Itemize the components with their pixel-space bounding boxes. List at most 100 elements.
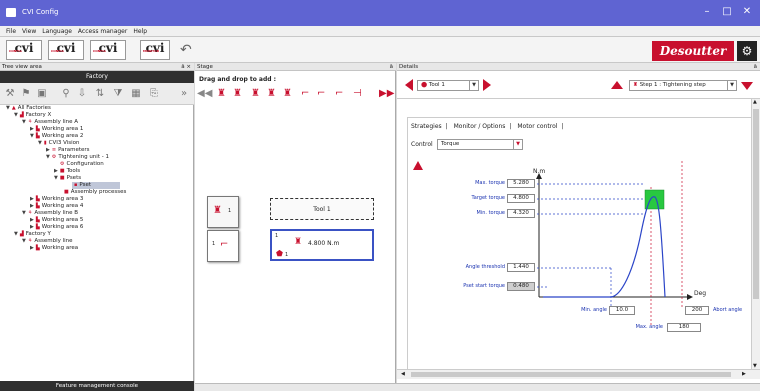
details-panel: Details ā ⬤ Tool 1 ▼ ♜ Step 1 : Tightening… — [397, 63, 760, 391]
palette-run-down-icon[interactable]: ♜ — [267, 87, 276, 101]
menu-help[interactable]: Help — [133, 26, 147, 37]
import-icon[interactable]: ⇩ — [76, 88, 88, 100]
tree-node-tools[interactable]: ▶ ■ Tools — [54, 168, 80, 175]
status-bar — [195, 383, 760, 391]
angle-threshold-label: Angle threshold — [465, 264, 505, 270]
tree-node-assembly-line-b[interactable]: ▼ ⚘ Assembly line B — [22, 210, 78, 217]
tree-node-factory-x[interactable]: ▼ ▟ Factory X — [14, 112, 51, 119]
palette-tightening-icon[interactable]: ♜ — [217, 87, 226, 101]
add-factory-icon[interactable]: ⚒ — [4, 88, 16, 100]
palette-pulse-icon[interactable]: ⌐ — [335, 87, 343, 101]
step-type-block[interactable]: 1 ⌐ — [207, 230, 239, 262]
tree-node-configuration[interactable]: ⚙ Configuration — [58, 161, 104, 168]
scroll-left-icon[interactable]: ◀ — [401, 371, 405, 377]
palette-step-icon[interactable]: ♜ — [251, 87, 260, 101]
menu-file[interactable]: File — [6, 26, 16, 37]
tree-node-assembly-line-a[interactable]: ▼ ⚘ Assembly line A — [22, 119, 78, 126]
export-icon[interactable]: ⎘ — [148, 88, 160, 100]
tool-slot[interactable]: Tool 1 — [270, 198, 374, 220]
minimize-button[interactable]: – — [700, 6, 714, 17]
tool-type-block[interactable]: ♜ 1 — [207, 196, 239, 228]
max-torque-label: Max. torque — [475, 180, 505, 186]
undo-icon[interactable]: ↶ — [180, 42, 200, 58]
tree-node-psets[interactable]: ▼ ■ Psets — [54, 175, 81, 182]
abort-angle-label: Abort angle — [713, 307, 743, 313]
scroll-up-icon[interactable]: ▲ — [753, 99, 757, 105]
max-torque-field[interactable]: 5.280 — [507, 179, 535, 188]
pset-start-torque-label: Pset start torque — [463, 283, 505, 289]
menu-language[interactable]: Language — [42, 26, 72, 37]
feature-management-console[interactable]: Feature management console — [0, 381, 194, 391]
cvi-config-button-3[interactable]: cvi CONFIG — [90, 40, 126, 60]
tree-node-assembly-line[interactable]: ▼ ⚘ Assembly line — [22, 238, 73, 245]
tree-node-working-area-5[interactable]: ▶ ▙ Working area 5 — [30, 217, 83, 224]
add-line-icon[interactable]: ⚑ — [20, 88, 32, 100]
sort-icon[interactable]: ⇅ — [94, 88, 106, 100]
vertical-scrollbar[interactable]: ▲ ▼ — [751, 99, 760, 369]
scroll-thumb[interactable] — [753, 109, 759, 299]
tree-node-factory-y[interactable]: ▼ ▟ Factory Y — [14, 231, 51, 238]
close-button[interactable]: ✕ — [740, 6, 754, 17]
max-angle-field[interactable]: 180 — [667, 323, 701, 332]
tree-node-all-factories[interactable]: ▼ ▲ All Factories — [6, 105, 51, 112]
min-torque-field[interactable]: 4.320 — [507, 209, 535, 218]
angle-threshold-field[interactable]: 1.440 — [507, 263, 535, 272]
add-station-icon[interactable]: ▣ — [36, 88, 48, 100]
tree-node-working-area-2[interactable]: ▼ ▙ Working area 2 — [30, 133, 83, 140]
tree-toolbar: ⚒ ⚑ ▣ ⚲ ⇩ ⇅ ⧩ ▦ ⎘ » — [0, 83, 194, 105]
min-torque-label: Min. torque — [476, 210, 505, 216]
horizontal-scrollbar[interactable]: ◀ ▶ — [397, 369, 760, 379]
tree-node-working-area-1[interactable]: ▶ ▙ Working area 1 — [30, 126, 83, 133]
scroll-left-icon[interactable]: ◀◀ — [197, 87, 212, 101]
stage-panel: Stage ā Drag and drop to add : ◀◀ ♜ ♜ ♜ ♜… — [195, 63, 396, 391]
tree-node-parameters[interactable]: ▶ ≡ Parameters — [46, 147, 90, 154]
tree-node-cvi3-vision[interactable]: ▼ ▮ CVI3 Vision — [38, 140, 80, 147]
min-angle-field[interactable]: 10.0 — [609, 306, 635, 315]
tree-node-pset[interactable]: ▪ Pset — [72, 182, 120, 189]
tree-node-working-area-4[interactable]: ▶ ▙ Working area 4 — [30, 203, 83, 210]
scroll-right-icon[interactable]: ▶▶ — [379, 87, 394, 101]
tree-node-working-area-3[interactable]: ▶ ▙ Working area 3 — [30, 196, 83, 203]
menu-access-manager[interactable]: Access manager — [78, 26, 127, 37]
title-bar: CVI Config – □ ✕ — [0, 0, 760, 26]
panel-pin-icon[interactable]: ā — [390, 63, 393, 71]
tree-node-tightening-unit[interactable]: ▼ ⚙ Tightening unit - 1 — [46, 154, 109, 161]
station-icon: ▙ — [35, 224, 40, 230]
line-icon: ⚘ — [27, 238, 33, 244]
menu-bar: File View Language Access manager Help — [0, 26, 760, 37]
cvi-monitor-button[interactable]: cvi MONITOR — [140, 40, 170, 60]
pset-start-torque-field[interactable]: 0.480 — [507, 282, 535, 291]
grid-icon[interactable]: ▦ — [130, 88, 142, 100]
palette-jump-icon[interactable]: ⌐ — [317, 87, 325, 101]
scroll-right-icon[interactable]: ▶ — [742, 371, 746, 377]
abort-angle-field[interactable]: 200 — [685, 306, 709, 315]
scroll-thumb[interactable] — [411, 372, 731, 377]
target-torque-field[interactable]: 4.800 — [507, 194, 535, 203]
tree-node-working-area-6[interactable]: ▶ ▙ Working area 6 — [30, 224, 83, 231]
menu-view[interactable]: View — [22, 26, 36, 37]
maximize-button[interactable]: □ — [720, 6, 734, 17]
configuration-icon: ⚙ — [60, 161, 65, 167]
filter-icon[interactable]: ⧩ — [112, 88, 124, 100]
cvi-config-button-2[interactable]: cvi CONFIG — [48, 40, 84, 60]
palette-more-icon[interactable]: ⊣ — [353, 87, 362, 101]
tree-node-assembly-processes[interactable]: ■ Assembly processes — [62, 189, 126, 196]
search-icon[interactable]: ⚲ — [60, 88, 72, 100]
drag-drop-label: Drag and drop to add : — [199, 76, 277, 83]
x-axis-unit: Deg — [694, 290, 707, 297]
palette-rehit-icon[interactable]: ♜ — [283, 87, 292, 101]
panel-pin-icon[interactable]: ā × — [181, 63, 191, 71]
tree-node-working-area[interactable]: ▶ ▙ Working area — [30, 245, 78, 252]
brand-logo: Desoutter — [652, 41, 734, 61]
station-icon: ▙ — [35, 133, 40, 139]
tightening-unit-icon: ⚙ — [51, 154, 57, 160]
min-angle-label: Min. angle — [581, 307, 607, 313]
pset-step-box[interactable]: 1 ♜ 4.800 N.m ⬟ 1 — [270, 229, 374, 261]
station-icon: ▙ — [35, 196, 40, 202]
expand-icon[interactable]: » — [178, 88, 190, 100]
cvi-config-button-1[interactable]: cvi CONFIG — [6, 40, 42, 60]
toolbar: cvi CONFIG cvi CONFIG cvi CONFIG cvi MONITOR… — [0, 37, 760, 63]
tree: ▼ ▲ All Factories ▼ ▟ Factory X ▼ ⚘ Assembly l… — [0, 105, 194, 381]
palette-angle-icon[interactable]: ⌐ — [301, 87, 309, 101]
palette-loosening-icon[interactable]: ♜ — [233, 87, 242, 101]
